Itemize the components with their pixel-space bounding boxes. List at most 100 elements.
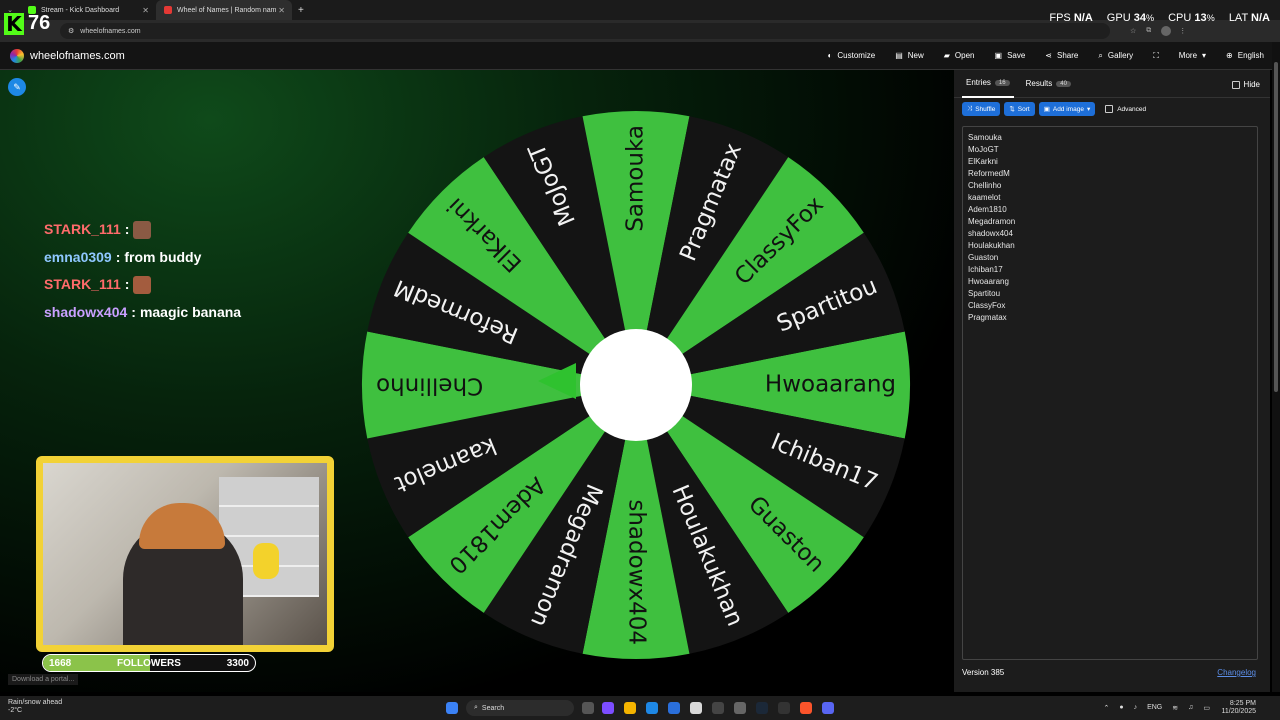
browser-menu-icon[interactable]: ⋮ [1179,27,1186,35]
folder-icon: ▰ [943,51,950,60]
wheel-logo-icon [10,48,24,63]
share-icon: ⋖ [1045,51,1052,60]
search-placeholder: Search [481,704,505,712]
menu-label: Save [1007,51,1026,60]
discord-icon[interactable] [822,702,834,714]
chat-message: emna0309 : from buddy [44,244,241,272]
wheel-segment-label: Samouka [623,125,649,232]
chat-username: STARK_111 [44,276,121,292]
windows-start-icon[interactable] [446,702,458,714]
steam-icon[interactable] [756,702,768,714]
open-button[interactable]: ▰ Open [944,51,975,60]
image-icon: ▣ [1043,106,1050,113]
chat-message: STARK_111 : [44,271,241,299]
chat-separator: : [124,221,130,237]
save-button[interactable]: ▣ Save [995,51,1026,60]
chat-separator: : [131,303,136,320]
taskbar-clock[interactable]: 8:25 PM 11/20/2025 [1221,700,1256,716]
gallery-button[interactable]: ⌕ Gallery [1098,51,1133,61]
close-tab-icon[interactable]: ✕ [278,6,285,15]
entry-line: Ichiban17 [968,265,1003,274]
entries-textarea[interactable]: Samouka MoJoGT ElKarkni ReformedM Chellinho k… [962,126,1258,660]
scrollbar-thumb[interactable] [1274,62,1278,392]
url-field[interactable]: ⚙ wheelofnames.com [60,23,1110,39]
entry-line: ReformedM [968,169,1010,178]
bookmark-star-icon[interactable]: ☆ [1130,27,1136,35]
wheel-center-hub[interactable] [580,329,692,441]
wifi-icon[interactable]: ≋ [1172,704,1178,712]
tab-entries[interactable]: Entries 16 [962,70,1014,98]
file-icon: ▤ [895,51,903,60]
app-icon[interactable] [734,702,746,714]
entry-line: MoJoGT [968,145,999,154]
menu-label: Open [954,51,975,60]
new-tab-button[interactable]: + [298,5,304,16]
chrome-icon[interactable] [690,702,702,714]
hide-checkbox[interactable] [1231,80,1240,89]
hide-toggle[interactable]: Hide [1231,80,1260,89]
brave-icon[interactable] [800,702,812,714]
search-icon: ⌕ [1098,50,1103,60]
mic-icon[interactable]: ♪ [1134,704,1138,712]
webcam-overlay [36,456,334,652]
file-explorer-icon[interactable] [624,702,636,714]
site-logo[interactable]: wheelofnames.com [10,48,125,63]
obs-icon[interactable] [778,702,790,714]
menu-label: New [907,51,924,60]
customize-button[interactable]: ◐ Customize [828,51,876,60]
taskbar-search[interactable]: ⌕ Search [466,700,574,716]
app-icon[interactable] [602,702,614,714]
fullscreen-button[interactable]: ⛶ [1153,51,1159,61]
clock-date: 11/20/2025 [1221,708,1256,715]
wheel-favicon-icon [164,6,172,14]
entry-line: Adem1810 [968,205,1007,214]
windows-taskbar: Rain/snow ahead -2°C ⌕ Search ⌃ ● ♪ ENG ≋… [0,696,1280,720]
profile-avatar[interactable] [1161,26,1172,36]
chevron-up-icon[interactable]: ⌃ [1103,704,1109,712]
add-image-button[interactable]: ▣ Add image ▾ [1038,102,1096,116]
viewer-count: 76 [28,12,51,34]
tab-wheel-of-names[interactable]: Wheel of Names | Random nam ✕ [156,0,292,20]
store-icon[interactable] [668,702,680,714]
wheel-svg[interactable]: HwoaarangIchiban17GuastonHoulakukhanshad… [360,109,912,661]
sort-button[interactable]: ⇅ Sort [1004,102,1035,116]
edge-icon[interactable] [646,702,658,714]
changelog-link[interactable]: Changelog [1217,668,1256,677]
wheel-stage: ✎ STARK_111 : emna0309 : from buddy STAR… [0,70,954,692]
menu-label: Customize [837,51,876,60]
more-button[interactable]: More ▾ [1179,51,1206,60]
tab-title: Wheel of Names | Random nam [177,6,277,14]
entry-line: Guaston [968,253,999,262]
close-tab-icon[interactable]: ✕ [142,6,149,15]
fps-stat: FPS N/A [1049,12,1093,24]
volume-icon[interactable]: ♫ [1188,704,1193,712]
entries-count-badge: 16 [994,79,1010,86]
weather-widget[interactable]: Rain/snow ahead -2°C [8,699,62,715]
tray-app-icon[interactable]: ● [1119,704,1123,712]
chat-message: STARK_111 : [44,216,241,244]
chat-separator: : [124,276,130,292]
edit-pencil-button[interactable]: ✎ [8,78,26,96]
panel-tabs: Entries 16 Results 40 Hide [954,70,1270,98]
menu-label: Share [1057,51,1079,60]
chat-username: STARK_111 [44,221,121,237]
new-button[interactable]: ▤ New [895,51,924,60]
share-button[interactable]: ⋖ Share [1045,51,1078,60]
chat-username: emna0309 [44,248,112,265]
language-button[interactable]: ⊕ English [1226,51,1264,60]
app-icon[interactable] [712,702,724,714]
site-info-icon[interactable]: ⚙ [68,27,74,35]
task-view-icon[interactable] [582,702,594,714]
extensions-icon[interactable]: ⧉ [1146,27,1151,35]
advanced-checkbox[interactable] [1105,105,1114,113]
battery-icon[interactable]: ▭ [1203,704,1210,712]
entry-line: Samouka [968,133,1002,142]
tab-results[interactable]: Results 40 [1022,70,1075,98]
page-scrollbar[interactable] [1272,42,1280,692]
menu-label: Gallery [1107,51,1134,60]
chevron-down-icon: ▾ [1202,51,1207,60]
language-indicator[interactable]: ENG [1147,704,1162,712]
shuffle-button[interactable]: ⤨ Shuffle [962,102,1001,116]
entry-line: ElKarkni [968,157,998,166]
wheel[interactable]: Hwoaarang Ichiban17 Guaston Houlakukhan shad… [360,109,912,661]
